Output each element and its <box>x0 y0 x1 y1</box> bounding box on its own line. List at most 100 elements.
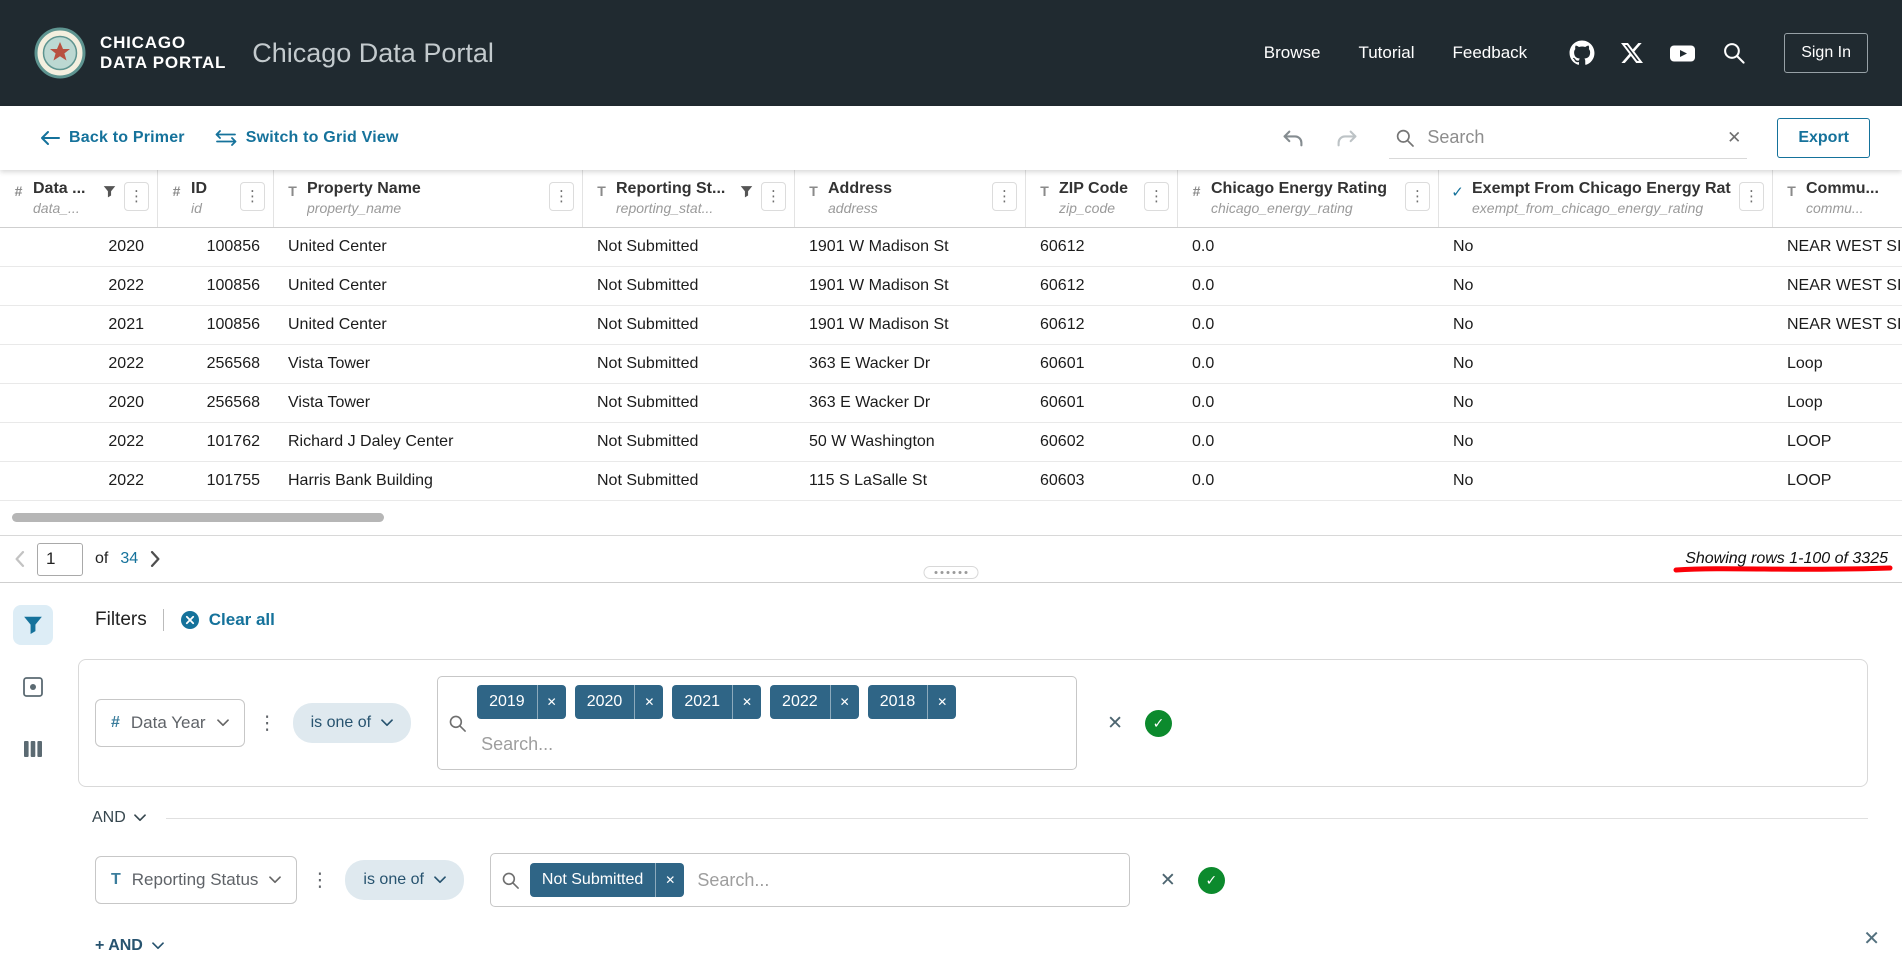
header-search-icon[interactable] <box>1722 41 1746 65</box>
column-menu-kebab[interactable]: ⋮ <box>1144 182 1169 211</box>
table-cell[interactable]: 2021 <box>0 316 158 334</box>
table-cell[interactable]: Loop <box>1773 394 1902 412</box>
column-header-id[interactable]: #IDid⋮ <box>158 170 274 227</box>
table-cell[interactable]: 2020 <box>0 394 158 412</box>
filter-search-input[interactable] <box>477 728 1066 761</box>
table-cell[interactable]: No <box>1439 277 1773 295</box>
column-menu-kebab[interactable]: ⋮ <box>761 182 786 211</box>
filter-options-kebab[interactable]: ⋮ <box>258 714 277 733</box>
horizontal-scrollbar-thumb[interactable] <box>12 513 384 522</box>
table-cell[interactable]: 50 W Washington <box>795 433 1026 451</box>
youtube-icon[interactable] <box>1669 41 1696 65</box>
switch-grid-view-link[interactable]: Switch to Grid View <box>215 129 399 147</box>
table-cell[interactable]: 60602 <box>1026 433 1178 451</box>
table-cell[interactable]: Not Submitted <box>583 472 795 490</box>
remove-value-icon[interactable]: ✕ <box>830 685 859 719</box>
table-cell[interactable]: Vista Tower <box>274 394 583 412</box>
nav-feedback[interactable]: Feedback <box>1453 43 1528 63</box>
table-cell[interactable]: 60612 <box>1026 316 1178 334</box>
column-header-exempt_from_chicago_energy_rating[interactable]: ✓Exempt From Chicago Energy Ratingexempt… <box>1439 170 1773 227</box>
table-cell[interactable]: 60603 <box>1026 472 1178 490</box>
table-cell[interactable]: 363 E Wacker Dr <box>795 394 1026 412</box>
table-cell[interactable]: NEAR WEST SIDE <box>1773 316 1902 334</box>
table-cell[interactable]: 1901 W Madison St <box>795 238 1026 256</box>
table-cell[interactable]: 60612 <box>1026 238 1178 256</box>
column-header-property_name[interactable]: TProperty Nameproperty_name⋮ <box>274 170 583 227</box>
page-number-input[interactable] <box>37 543 83 576</box>
condition-enabled-toggle[interactable]: ✓ <box>1145 710 1172 737</box>
table-cell[interactable]: No <box>1439 238 1773 256</box>
table-cell[interactable]: Not Submitted <box>583 355 795 373</box>
filter-search-input[interactable] <box>693 864 1119 897</box>
table-cell[interactable]: 256568 <box>158 355 274 373</box>
filter-operator-select[interactable]: is one of <box>293 703 411 743</box>
table-cell[interactable]: No <box>1439 433 1773 451</box>
filter-operator-select[interactable]: is one of <box>345 860 463 900</box>
column-menu-kebab[interactable]: ⋮ <box>124 182 149 211</box>
clear-all-button[interactable]: Clear all <box>180 610 275 630</box>
rail-filters-button[interactable] <box>13 605 53 645</box>
column-header-zip_code[interactable]: TZIP Codezip_code⋮ <box>1026 170 1178 227</box>
remove-value-icon[interactable]: ✕ <box>537 685 566 719</box>
table-cell[interactable]: 101755 <box>158 472 274 490</box>
table-cell[interactable]: 1901 W Madison St <box>795 316 1026 334</box>
table-cell[interactable]: 363 E Wacker Dr <box>795 355 1026 373</box>
redo-button[interactable] <box>1335 128 1359 149</box>
remove-value-icon[interactable]: ✕ <box>634 685 663 719</box>
table-cell[interactable]: 0.0 <box>1178 472 1439 490</box>
nav-tutorial[interactable]: Tutorial <box>1358 43 1414 63</box>
table-cell[interactable]: LOOP <box>1773 433 1902 451</box>
column-menu-kebab[interactable]: ⋮ <box>1405 182 1430 211</box>
close-panel-icon[interactable]: ✕ <box>1863 929 1880 949</box>
column-menu-kebab[interactable]: ⋮ <box>1739 182 1764 211</box>
filter-column-select[interactable]: #Data Year <box>95 699 245 747</box>
column-header-chicago_energy_rating[interactable]: #Chicago Energy Ratingchicago_energy_rat… <box>1178 170 1439 227</box>
table-cell[interactable]: 2022 <box>0 472 158 490</box>
table-cell[interactable]: 0.0 <box>1178 433 1439 451</box>
table-cell[interactable]: NEAR WEST SIDE <box>1773 238 1902 256</box>
remove-value-icon[interactable]: ✕ <box>655 863 684 897</box>
table-cell[interactable]: No <box>1439 394 1773 412</box>
table-cell[interactable]: Not Submitted <box>583 238 795 256</box>
table-cell[interactable]: No <box>1439 316 1773 334</box>
rail-columns-button[interactable] <box>13 729 53 769</box>
table-cell[interactable]: 100856 <box>158 238 274 256</box>
column-menu-kebab[interactable]: ⋮ <box>992 182 1017 211</box>
search-input[interactable] <box>1427 127 1715 148</box>
table-cell[interactable]: Loop <box>1773 355 1902 373</box>
table-cell[interactable]: 60601 <box>1026 355 1178 373</box>
table-cell[interactable]: Not Submitted <box>583 433 795 451</box>
table-cell[interactable]: 0.0 <box>1178 394 1439 412</box>
column-header-commu[interactable]: TCommu...commu...⋮ <box>1773 170 1902 227</box>
remove-value-icon[interactable]: ✕ <box>927 685 956 719</box>
portal-logo[interactable]: CHICAGO DATA PORTAL <box>34 27 226 79</box>
back-to-primer-link[interactable]: Back to Primer <box>40 129 185 147</box>
prev-page-icon[interactable] <box>14 551 25 567</box>
table-cell[interactable]: 256568 <box>158 394 274 412</box>
remove-condition-icon[interactable]: ✕ <box>1160 871 1176 890</box>
table-cell[interactable]: 2022 <box>0 277 158 295</box>
table-cell[interactable]: United Center <box>274 238 583 256</box>
table-cell[interactable]: 0.0 <box>1178 316 1439 334</box>
rail-display-button[interactable] <box>13 667 53 707</box>
export-button[interactable]: Export <box>1777 118 1870 158</box>
x-social-icon[interactable] <box>1621 42 1643 64</box>
table-cell[interactable]: 0.0 <box>1178 238 1439 256</box>
column-header-data[interactable]: #Data ...data_...⋮ <box>0 170 158 227</box>
column-header-reporting_stat[interactable]: TReporting St...reporting_stat...⋮ <box>583 170 795 227</box>
column-header-address[interactable]: TAddressaddress⋮ <box>795 170 1026 227</box>
nav-browse[interactable]: Browse <box>1264 43 1321 63</box>
github-icon[interactable] <box>1569 40 1595 66</box>
clear-search-icon[interactable]: ✕ <box>1727 129 1741 146</box>
table-cell[interactable]: Not Submitted <box>583 316 795 334</box>
table-cell[interactable]: United Center <box>274 316 583 334</box>
table-cell[interactable]: 0.0 <box>1178 277 1439 295</box>
remove-condition-icon[interactable]: ✕ <box>1107 714 1123 733</box>
sign-in-button[interactable]: Sign In <box>1784 33 1868 73</box>
table-cell[interactable]: 1901 W Madison St <box>795 277 1026 295</box>
table-cell[interactable]: Not Submitted <box>583 277 795 295</box>
table-cell[interactable]: Richard J Daley Center <box>274 433 583 451</box>
filter-column-select[interactable]: TReporting Status <box>95 856 297 904</box>
table-cell[interactable]: 0.0 <box>1178 355 1439 373</box>
table-cell[interactable]: LOOP <box>1773 472 1902 490</box>
